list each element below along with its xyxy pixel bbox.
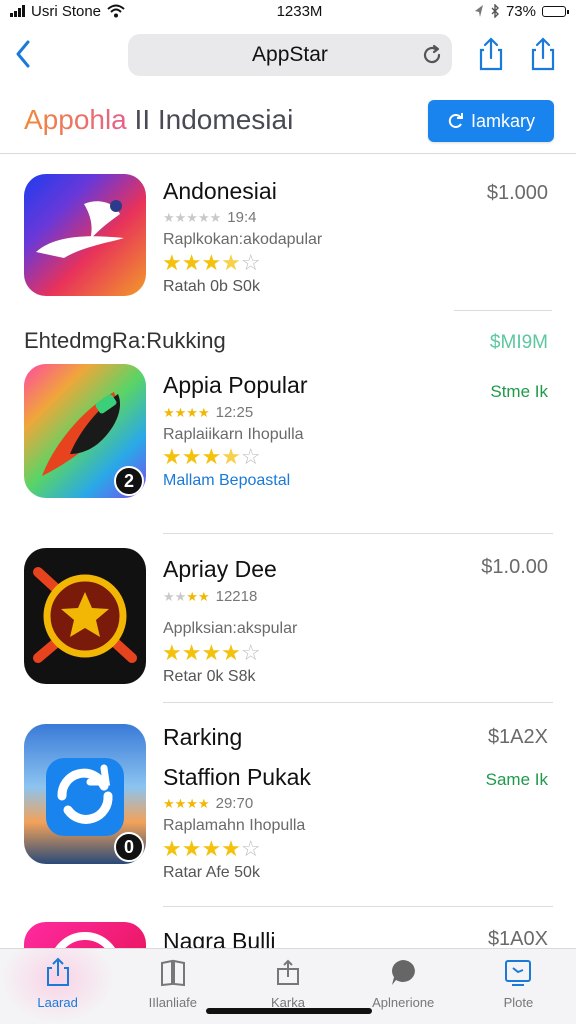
download-count: Retar 0k S8k	[163, 668, 256, 685]
app-category: Applksian:akspular	[163, 620, 298, 637]
location-icon	[474, 5, 483, 17]
price-button[interactable]: $1.000	[487, 182, 548, 205]
app-category: Raplkokan:akodapular	[163, 231, 323, 248]
app-name[interactable]: Andonesiai	[163, 178, 277, 205]
star-emblem-icon	[33, 567, 137, 663]
page-title-accent: Appohla	[24, 104, 127, 135]
app-icon[interactable]	[24, 922, 146, 948]
section-heading: EhtedmgRa:Rukking	[24, 328, 226, 353]
download-count: Ratar Afe 50k	[163, 864, 260, 881]
price-button[interactable]: $1A0X	[488, 928, 548, 948]
ranking-button[interactable]: Iamkary	[428, 100, 554, 142]
address-bar-title: AppStar	[252, 43, 328, 66]
price-button[interactable]: $1.0.00	[481, 556, 548, 579]
tab-profile[interactable]: Plote	[461, 949, 576, 1024]
rating-count: 12:25	[215, 404, 254, 421]
rating-small-stars: ★★★★★	[163, 209, 222, 225]
download-count: Ratah 0b S0k	[163, 278, 260, 295]
list-item[interactable]: Apriay Dee ★★★★ 12218 Applksian:akspular…	[0, 548, 576, 688]
rating-count: 19:4	[227, 209, 257, 226]
list-item[interactable]: 2 Appia Popular ★★★★ 12:25 Raplaiikarn I…	[0, 364, 576, 500]
battery-icon	[542, 5, 569, 17]
app-category: Raplaiikarn Ihopulla	[163, 426, 304, 443]
circle-logo-icon	[55, 932, 115, 948]
ranking-button-label: Iamkary	[470, 110, 535, 131]
carrier-label: Usri Stone	[31, 2, 102, 20]
rank-badge: 0	[114, 832, 144, 862]
price-button[interactable]: Stme Ik	[490, 382, 548, 402]
star-rating: ★★★★☆	[162, 836, 261, 861]
app-category: Raplamahn Ihopulla	[163, 817, 306, 834]
chat-bubble-icon	[392, 960, 416, 985]
divider	[163, 533, 553, 534]
app-name[interactable]: Appia Popular	[163, 372, 308, 399]
airplane-icon	[36, 200, 124, 258]
app-icon[interactable]	[24, 174, 146, 296]
share-icon[interactable]	[528, 36, 558, 72]
section-price-hint: $MI9M	[489, 332, 548, 353]
app-subtitle: Staffion Pukak	[163, 764, 311, 790]
reload-icon[interactable]	[420, 43, 444, 67]
book-icon	[160, 959, 185, 987]
list-item[interactable]: Nagra Bulli $1A0X	[0, 920, 576, 948]
rating-small-stars: ★★★★	[163, 404, 210, 420]
price-button[interactable]: Same Ik	[486, 770, 548, 790]
rating-summary: ★★★★ 12218	[163, 588, 257, 605]
clock: 1233M	[276, 2, 323, 20]
back-button[interactable]	[10, 36, 36, 72]
page-title: Appohla II Indomesiai	[24, 104, 293, 136]
tab-learn[interactable]: Laarad	[0, 949, 116, 1024]
rating-summary: ★★★★ 29:70	[163, 795, 253, 812]
nav-bar: AppStar	[0, 24, 576, 86]
screen-icon	[505, 960, 532, 986]
address-bar[interactable]: AppStar	[128, 34, 452, 76]
list-item[interactable]: Andonesiai ★★★★★ 19:4 Raplkokan:akodapul…	[0, 174, 576, 304]
divider	[454, 310, 552, 311]
divider	[163, 702, 553, 703]
page-title-rest: II Indomesiai	[126, 104, 294, 135]
price-label: $1A2X	[487, 726, 548, 748]
app-name[interactable]: Rarking	[163, 724, 242, 751]
rating-summary: ★★★★ 12:25	[163, 404, 253, 421]
status-bar: Usri Stone 1233M 73%	[0, 0, 576, 22]
share-icon	[46, 957, 69, 986]
share-icon[interactable]	[476, 36, 506, 72]
star-rating: ★★★★☆	[162, 640, 261, 665]
rating-summary: ★★★★★ 19:4	[163, 209, 256, 226]
app-name[interactable]: Nagra Bulli	[163, 928, 276, 948]
tab-label: IIlanliafe	[148, 995, 198, 1010]
tab-label: Aplnerione	[372, 995, 435, 1010]
app-icon[interactable]: 2	[24, 364, 146, 498]
home-indicator[interactable]	[206, 1008, 372, 1014]
app-name[interactable]: Apriay Dee	[163, 556, 277, 583]
tab-label: Laarad	[37, 995, 78, 1010]
rating-count: 29:70	[215, 795, 254, 812]
chevron-left-icon	[16, 40, 30, 68]
list-item[interactable]: 0 Rarking Staffion Pukak ★★★★ 29:70 Rapl…	[0, 722, 576, 894]
rating-small-stars: ★★★★	[163, 588, 210, 604]
page-header: Appohla II Indomesiai Iamkary	[0, 90, 576, 154]
bluetooth-icon	[491, 4, 499, 18]
wifi-icon	[107, 4, 125, 18]
star-rating: ★★★★☆	[162, 444, 261, 469]
app-icon[interactable]	[24, 548, 146, 684]
refresh-icon	[448, 113, 463, 128]
rank-badge: 2	[114, 466, 144, 496]
rating-count: 12218	[215, 588, 258, 605]
star-rating: ★★★★☆	[162, 250, 261, 275]
divider	[163, 906, 553, 907]
developer-link[interactable]: Mallam Bepoastal	[163, 472, 290, 490]
tray-icon	[277, 959, 299, 985]
signal-icon	[10, 5, 25, 17]
rating-small-stars: ★★★★	[163, 795, 210, 811]
battery-percent: 73%	[505, 2, 536, 20]
tab-label: Plote	[503, 995, 534, 1010]
app-icon[interactable]: 0	[24, 724, 146, 864]
